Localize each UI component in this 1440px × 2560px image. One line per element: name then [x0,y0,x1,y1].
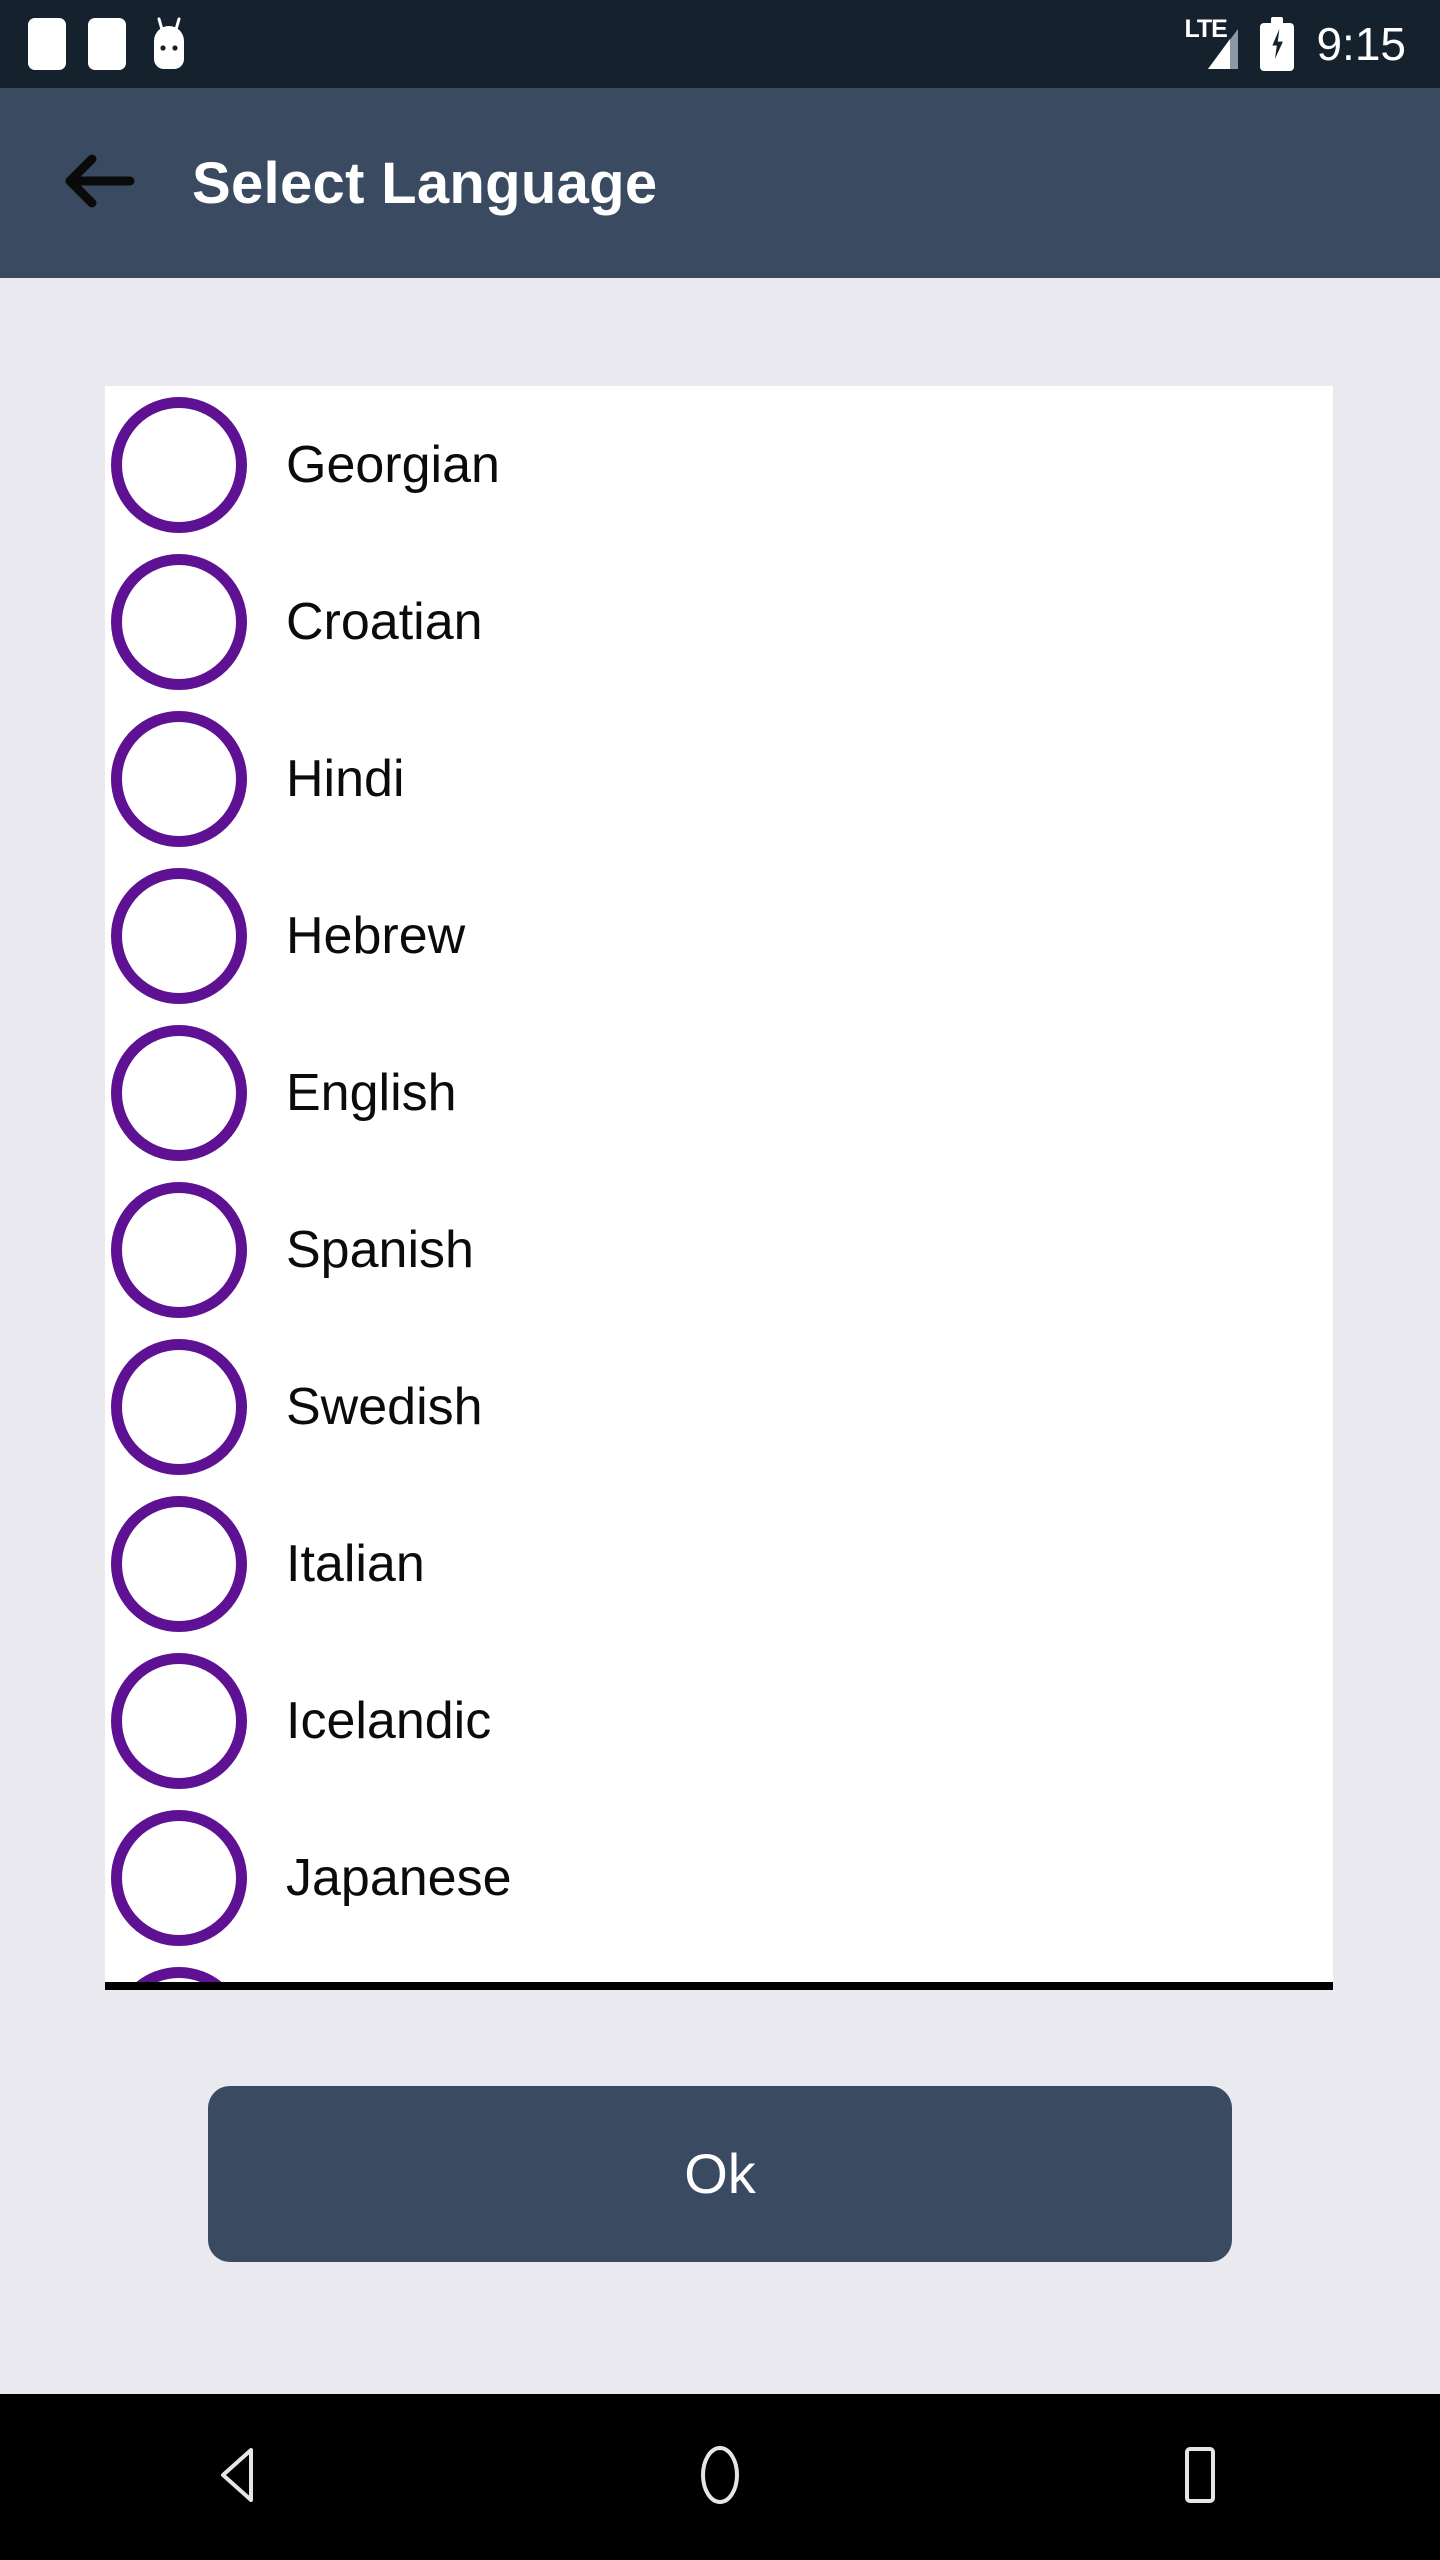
language-list-item[interactable]: Croatian [105,543,1333,700]
status-bar: LTE 9:15 [0,0,1440,88]
language-label: Italian [286,1534,425,1593]
language-label: Hindi [286,749,405,808]
ok-button[interactable]: Ok [208,2086,1232,2262]
notification-square-icon [28,18,66,70]
language-list-item[interactable]: Icelandic [105,1642,1333,1799]
language-list-item[interactable]: Italian [105,1485,1333,1642]
radio-button[interactable] [111,867,247,1004]
radio-button[interactable] [111,1338,247,1475]
language-list-item[interactable]: Hebrew [105,857,1333,1014]
language-list-item[interactable]: Japanese [105,1799,1333,1956]
battery-charging-icon [1260,17,1295,71]
back-button[interactable] [40,123,160,243]
phone-screen: LTE 9:15 Select Language Georgian Croati… [0,0,1440,2560]
language-label: Icelandic [286,1691,492,1750]
language-label: Japanese [286,1848,512,1907]
language-list-item[interactable]: English [105,1014,1333,1171]
language-label: Croatian [286,592,483,651]
language-list-item[interactable]: Swedish [105,1328,1333,1485]
radio-button[interactable] [111,1809,247,1946]
navigation-bar [0,2394,1440,2560]
radio-button[interactable] [111,1495,247,1632]
ok-button-label: Ok [684,2142,756,2205]
radio-button[interactable] [111,553,247,690]
app-bar: Select Language [0,88,1440,278]
page-title: Select Language [192,150,658,216]
radio-button[interactable] [111,1652,247,1789]
android-robot-icon [148,17,190,71]
language-list-item[interactable] [105,1956,1333,1982]
arrow-left-icon [62,150,138,217]
language-label: English [286,1063,457,1122]
notification-square-icon [88,18,126,70]
radio-button[interactable] [111,710,247,847]
language-list[interactable]: Georgian Croatian Hindi Hebrew English Spanis… [105,386,1333,1982]
content-area: Georgian Croatian Hindi Hebrew English Spanis… [0,278,1440,2394]
language-label: Spanish [286,1220,474,1279]
signal-bars-fill [1208,39,1231,69]
nav-home-button[interactable] [630,2394,810,2560]
language-label: Hebrew [286,906,466,965]
lte-signal-icon: LTE [1184,17,1239,71]
status-bar-clock: 9:15 [1316,18,1406,70]
language-list-item[interactable]: Georgian [105,386,1333,543]
nav-recents-button[interactable] [1110,2394,1290,2560]
language-label: Georgian [286,435,500,494]
language-list-item[interactable]: Spanish [105,1171,1333,1328]
recents-square-icon [1176,2445,1224,2510]
home-circle-icon [691,2444,749,2511]
radio-button[interactable] [111,1024,247,1161]
radio-button[interactable] [111,396,247,533]
nav-back-button[interactable] [150,2394,330,2560]
language-label: Swedish [286,1377,483,1436]
back-triangle-icon [215,2446,265,2509]
status-bar-system-icons: LTE 9:15 [1184,17,1406,71]
radio-button[interactable] [111,1966,247,1982]
status-bar-notifications [28,17,190,71]
radio-button[interactable] [111,1181,247,1318]
language-card: Georgian Croatian Hindi Hebrew English Spanis… [105,386,1333,1990]
language-list-item[interactable]: Hindi [105,700,1333,857]
